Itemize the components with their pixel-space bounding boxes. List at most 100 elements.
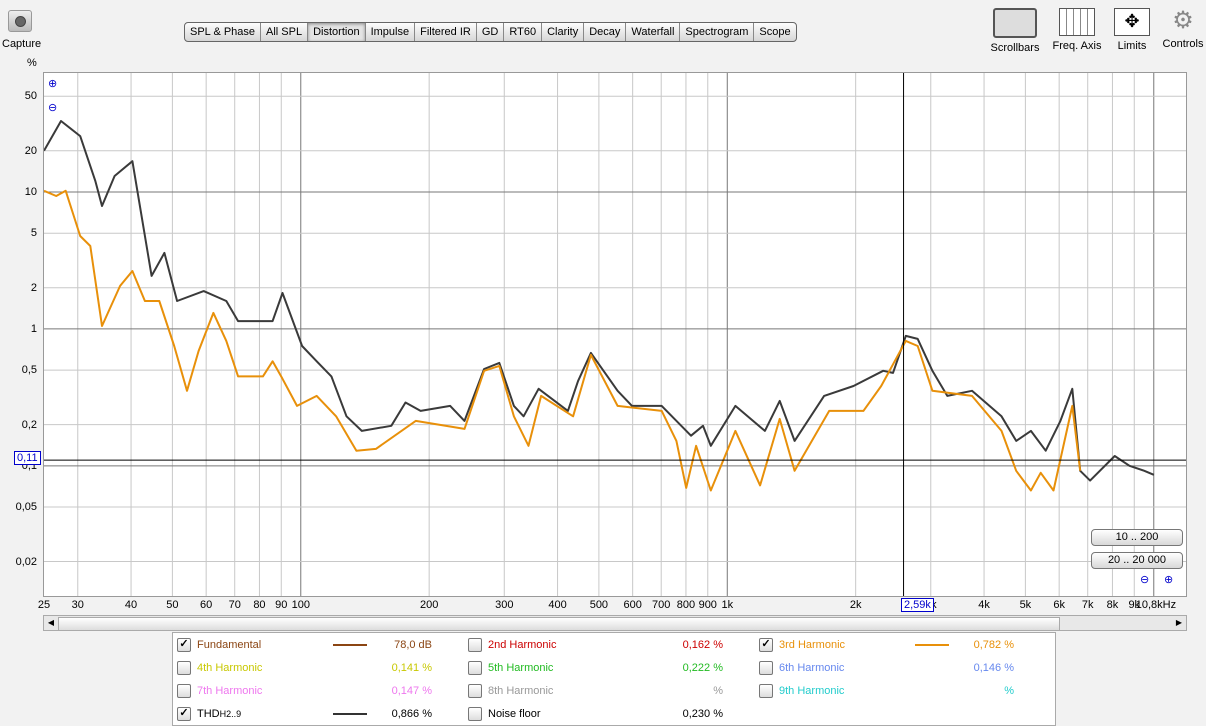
range-10-200-button[interactable]: 10 .. 200 xyxy=(1091,529,1183,546)
legend-item: 5th Harmonic 0,222 % xyxy=(468,660,753,676)
legend-checkbox[interactable] xyxy=(177,684,191,698)
y-tick-label: 0,02 xyxy=(15,555,37,568)
range-20-20000-button[interactable]: 20 .. 20 000 xyxy=(1091,552,1183,569)
tab-spectrogram[interactable]: Spectrogram xyxy=(680,23,755,41)
legend-label: Fundamental xyxy=(197,639,262,651)
tab-spl-phase[interactable]: SPL & Phase xyxy=(185,23,262,41)
x-tick-label: 300 xyxy=(495,599,514,611)
x-tick-label: 200 xyxy=(419,599,439,611)
legend-line-swatch xyxy=(333,713,367,715)
legend-checkbox[interactable] xyxy=(468,707,482,721)
y-tick-label: 20 xyxy=(24,144,37,157)
tab-scope[interactable]: Scope xyxy=(754,23,795,41)
zoom-out-icon[interactable]: ⊖ xyxy=(48,101,57,114)
legend-checkbox[interactable] xyxy=(759,661,773,675)
legend-checkbox[interactable] xyxy=(468,638,482,652)
limits-icon: ✥ xyxy=(1114,8,1150,36)
legend-checkbox[interactable] xyxy=(759,684,773,698)
freq-axis-icon xyxy=(1059,8,1095,36)
legend-item: ✓ Fundamental 78,0 dB xyxy=(177,637,462,653)
tab-all-spl[interactable]: All SPL xyxy=(261,23,309,41)
x-tick-label: 100 xyxy=(291,599,310,611)
tab-gd[interactable]: GD xyxy=(477,23,505,41)
legend-value: 0,222 % xyxy=(682,662,723,674)
legend-value: 0,866 % xyxy=(391,708,432,720)
cursor-y-readout: 0,11 xyxy=(14,451,41,465)
tab-rt60[interactable]: RT60 xyxy=(504,23,543,41)
legend-label: 3rd Harmonic xyxy=(779,639,846,651)
tab-decay[interactable]: Decay xyxy=(584,23,627,41)
legend-label: 4th Harmonic xyxy=(197,662,263,674)
y-unit-label: % xyxy=(27,57,37,69)
legend-line-swatch xyxy=(333,644,367,646)
x-tick-label: 60 xyxy=(200,599,213,611)
legend-label: 6th Harmonic xyxy=(779,662,845,674)
tab-clarity[interactable]: Clarity xyxy=(542,23,585,41)
legend-item: 9th Harmonic % xyxy=(759,683,1044,699)
legend-item: 2nd Harmonic 0,162 % xyxy=(468,637,753,653)
x-zoom-out-icon[interactable]: ⊖ xyxy=(1140,573,1149,586)
x-tick-label: 25 xyxy=(37,599,51,611)
x-tick-label: 7k xyxy=(1081,599,1094,611)
distortion-plot[interactable]: ⊕ ⊖ 10 .. 200 20 .. 20 000 ⊖ ⊕ xyxy=(43,72,1187,597)
legend-label: Noise floor xyxy=(488,708,541,720)
legend-checkbox[interactable] xyxy=(468,661,482,675)
legend-value: % xyxy=(1004,685,1014,697)
tab-filtered-ir[interactable]: Filtered IR xyxy=(415,23,477,41)
y-tick-label: 1 xyxy=(30,322,37,335)
legend-value: 0,147 % xyxy=(391,685,432,697)
legend-item: ✓ 3rd Harmonic 0,782 % xyxy=(759,637,1044,653)
legend-line-swatch xyxy=(915,644,949,646)
legend-label: 2nd Harmonic xyxy=(488,639,557,651)
scroll-left-arrow[interactable]: ◀ xyxy=(44,616,58,630)
capture-button[interactable]: Capture xyxy=(2,10,42,50)
cursor-x-readout: 2,59k xyxy=(901,598,934,612)
controls-button[interactable]: ⚙ Controls xyxy=(1160,7,1206,51)
legend-label: 9th Harmonic xyxy=(779,685,845,697)
gear-icon: ⚙ xyxy=(1172,7,1194,34)
scroll-right-arrow[interactable]: ▶ xyxy=(1172,616,1186,630)
legend-value: 0,230 % xyxy=(682,708,723,720)
y-tick-label: 50 xyxy=(24,90,37,103)
legend-sub: H2..9 xyxy=(219,709,242,719)
zoom-in-icon[interactable]: ⊕ xyxy=(48,77,57,90)
x-tick-label: 900 xyxy=(698,599,717,611)
y-tick-label: 0,5 xyxy=(21,364,37,377)
legend-checkbox[interactable] xyxy=(468,684,482,698)
capture-label: Capture xyxy=(2,38,42,50)
legend-label: 7th Harmonic xyxy=(197,685,263,697)
legend-label: 8th Harmonic xyxy=(488,685,554,697)
tab-waterfall[interactable]: Waterfall xyxy=(626,23,681,41)
x-tick-label: 40 xyxy=(124,599,138,611)
legend-value: 0,162 % xyxy=(682,639,723,651)
tab-impulse[interactable]: Impulse xyxy=(366,23,416,41)
x-tick-label: 4k xyxy=(978,599,990,611)
x-tick-label: 90 xyxy=(275,599,288,611)
legend-item: Noise floor 0,230 % xyxy=(468,706,753,722)
horizontal-scrollbar[interactable]: ◀ ▶ xyxy=(43,615,1187,631)
scrollbars-button[interactable]: Scrollbars xyxy=(990,8,1040,54)
limits-button[interactable]: ✥ Limits xyxy=(1112,8,1152,52)
y-tick-label: 10 xyxy=(24,186,37,198)
x-tick-label: 30 xyxy=(71,599,84,611)
x-tick-label: 600 xyxy=(623,599,642,611)
x-tick-label: 1k xyxy=(721,599,734,611)
y-tick-label: 5 xyxy=(30,227,37,240)
x-tick-label: 70 xyxy=(228,599,241,611)
scrollbars-label: Scrollbars xyxy=(990,42,1040,54)
legend-value: 0,782 % xyxy=(973,639,1014,651)
x-tick-label: 2k xyxy=(849,599,862,611)
legend-checkbox[interactable] xyxy=(177,661,191,675)
legend-value: 0,146 % xyxy=(973,662,1014,674)
y-tick-label: 2 xyxy=(30,281,37,294)
legend-checkbox[interactable]: ✓ xyxy=(759,638,773,652)
x-zoom-in-icon[interactable]: ⊕ xyxy=(1164,573,1173,586)
freq-axis-button[interactable]: Freq. Axis xyxy=(1050,8,1104,52)
series-line-3rd-harmonic xyxy=(44,189,1082,492)
legend-checkbox[interactable]: ✓ xyxy=(177,638,191,652)
legend-value: 78,0 dB xyxy=(394,639,432,651)
scrollbar-thumb[interactable] xyxy=(58,617,1060,631)
legend-checkbox[interactable]: ✓ xyxy=(177,707,191,721)
x-tick-label: 50 xyxy=(166,599,179,611)
tab-distortion[interactable]: Distortion xyxy=(308,23,366,41)
